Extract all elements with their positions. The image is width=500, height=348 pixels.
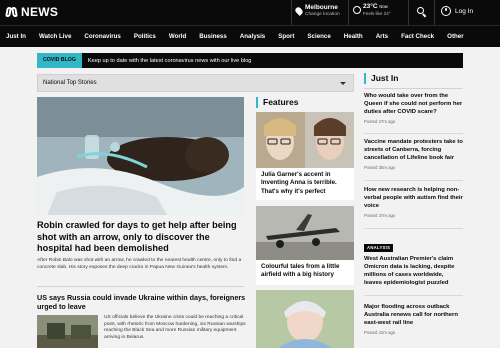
just-in-item[interactable]: Major flooding across outback Australia … (364, 303, 463, 335)
just-in-headline[interactable]: Major flooding across outback Australia … (364, 303, 463, 328)
story-headline[interactable]: US says Russia could invade Ukraine with… (37, 293, 247, 311)
divider (37, 286, 244, 287)
feature-image[interactable] (256, 290, 354, 348)
just-in-item[interactable]: ANALYSIS West Australian Premier's claim… (364, 236, 463, 287)
sun-icon (353, 6, 361, 14)
divider (408, 0, 409, 25)
nav-watch-live[interactable]: Watch Live (39, 33, 71, 40)
nav-arts[interactable]: Arts (376, 33, 388, 40)
search-icon[interactable] (417, 7, 427, 18)
nav-world[interactable]: World (169, 33, 186, 40)
chevron-down-icon (340, 82, 346, 85)
just-in-headline[interactable]: Vaccine mandate protesters take to stree… (364, 138, 463, 163)
main-nav: Just In Watch Live Coronavirus Politics … (0, 25, 500, 47)
login-button[interactable]: Log In (441, 6, 473, 16)
abc-news-logo[interactable]: NEWS (5, 5, 59, 19)
nav-politics[interactable]: Politics (134, 33, 156, 40)
feature-image[interactable] (256, 112, 354, 168)
change-location-link[interactable]: Change location (305, 11, 340, 18)
weather-widget[interactable]: 23°C Now Feels like 24° (353, 3, 391, 17)
feature-headline[interactable]: Colourful tales from a little airfield w… (261, 263, 353, 280)
story-summary: US officials believe the Ukraine crisis … (104, 315, 246, 340)
top-bar: NEWS Melbourne Change location 23°C Now … (0, 0, 500, 25)
nav-coronavirus[interactable]: Coronavirus (84, 33, 120, 40)
divider (348, 0, 349, 25)
divider (364, 228, 463, 229)
just-in-timestamp: Posted 35m ago (364, 164, 396, 170)
divider (364, 180, 463, 181)
nav-health[interactable]: Health (344, 33, 363, 40)
covid-blog-tag: COVID BLOG (37, 53, 82, 68)
just-in-item[interactable]: Who would take over from the Queen if sh… (364, 92, 463, 124)
feature-image[interactable] (256, 206, 354, 260)
user-icon (441, 6, 451, 16)
nav-science[interactable]: Science (307, 33, 330, 40)
just-in-headline[interactable]: West Australian Premier's claim Omicron … (364, 255, 463, 288)
divider (434, 0, 435, 25)
just-in-headline[interactable]: Who would take over from the Queen if sh… (364, 92, 463, 117)
just-in-headline[interactable]: How new research is helping non-verbal p… (364, 186, 463, 211)
top-stories-select[interactable]: National Top Stories (37, 74, 354, 92)
top-stories-selected: National Top Stories (43, 80, 97, 86)
covid-blog-banner[interactable]: COVID BLOG Keep up to date with the late… (37, 53, 463, 68)
nav-analysis[interactable]: Analysis (240, 33, 265, 40)
lead-story-summary: After Robin Balo was shot with an arrow,… (37, 258, 242, 270)
just-in-timestamp: Posted 27m ago (364, 118, 396, 124)
just-in-heading: Just In (364, 73, 398, 84)
lead-story-image[interactable] (37, 97, 244, 215)
features-heading: Features (256, 97, 298, 108)
nav-sport[interactable]: Sport (278, 33, 294, 40)
nav-business[interactable]: Business (199, 33, 227, 40)
lead-story-headline[interactable]: Robin crawled for days to get help after… (37, 220, 244, 255)
feature-headline[interactable]: Julia Garner's accent in Inventing Anna … (261, 171, 353, 196)
location-pin-icon (294, 6, 304, 16)
logo-text: NEWS (21, 5, 59, 19)
weather-feels-like: Feels like 24° (363, 10, 391, 16)
nav-fact-check[interactable]: Fact Check (401, 33, 434, 40)
nav-other[interactable]: Other (447, 33, 464, 40)
story-image[interactable] (37, 315, 98, 348)
analysis-badge: ANALYSIS (364, 243, 394, 252)
location-city: Melbourne (305, 4, 338, 11)
divider (364, 295, 463, 296)
nav-just-in[interactable]: Just In (6, 33, 26, 40)
divider (364, 88, 463, 89)
just-in-timestamp: Posted 37m ago (364, 212, 396, 218)
just-in-item[interactable]: Vaccine mandate protesters take to stree… (364, 138, 463, 170)
just-in-item[interactable]: How new research is helping non-verbal p… (364, 186, 463, 218)
login-label: Log In (455, 7, 474, 15)
location-selector[interactable]: Melbourne Change location (294, 4, 340, 21)
covid-blog-text: Keep up to date with the latest coronavi… (87, 57, 252, 64)
just-in-timestamp: Posted 42m ago (364, 329, 396, 335)
divider (291, 0, 292, 25)
abc-logo-icon (5, 6, 18, 18)
divider (364, 133, 463, 134)
